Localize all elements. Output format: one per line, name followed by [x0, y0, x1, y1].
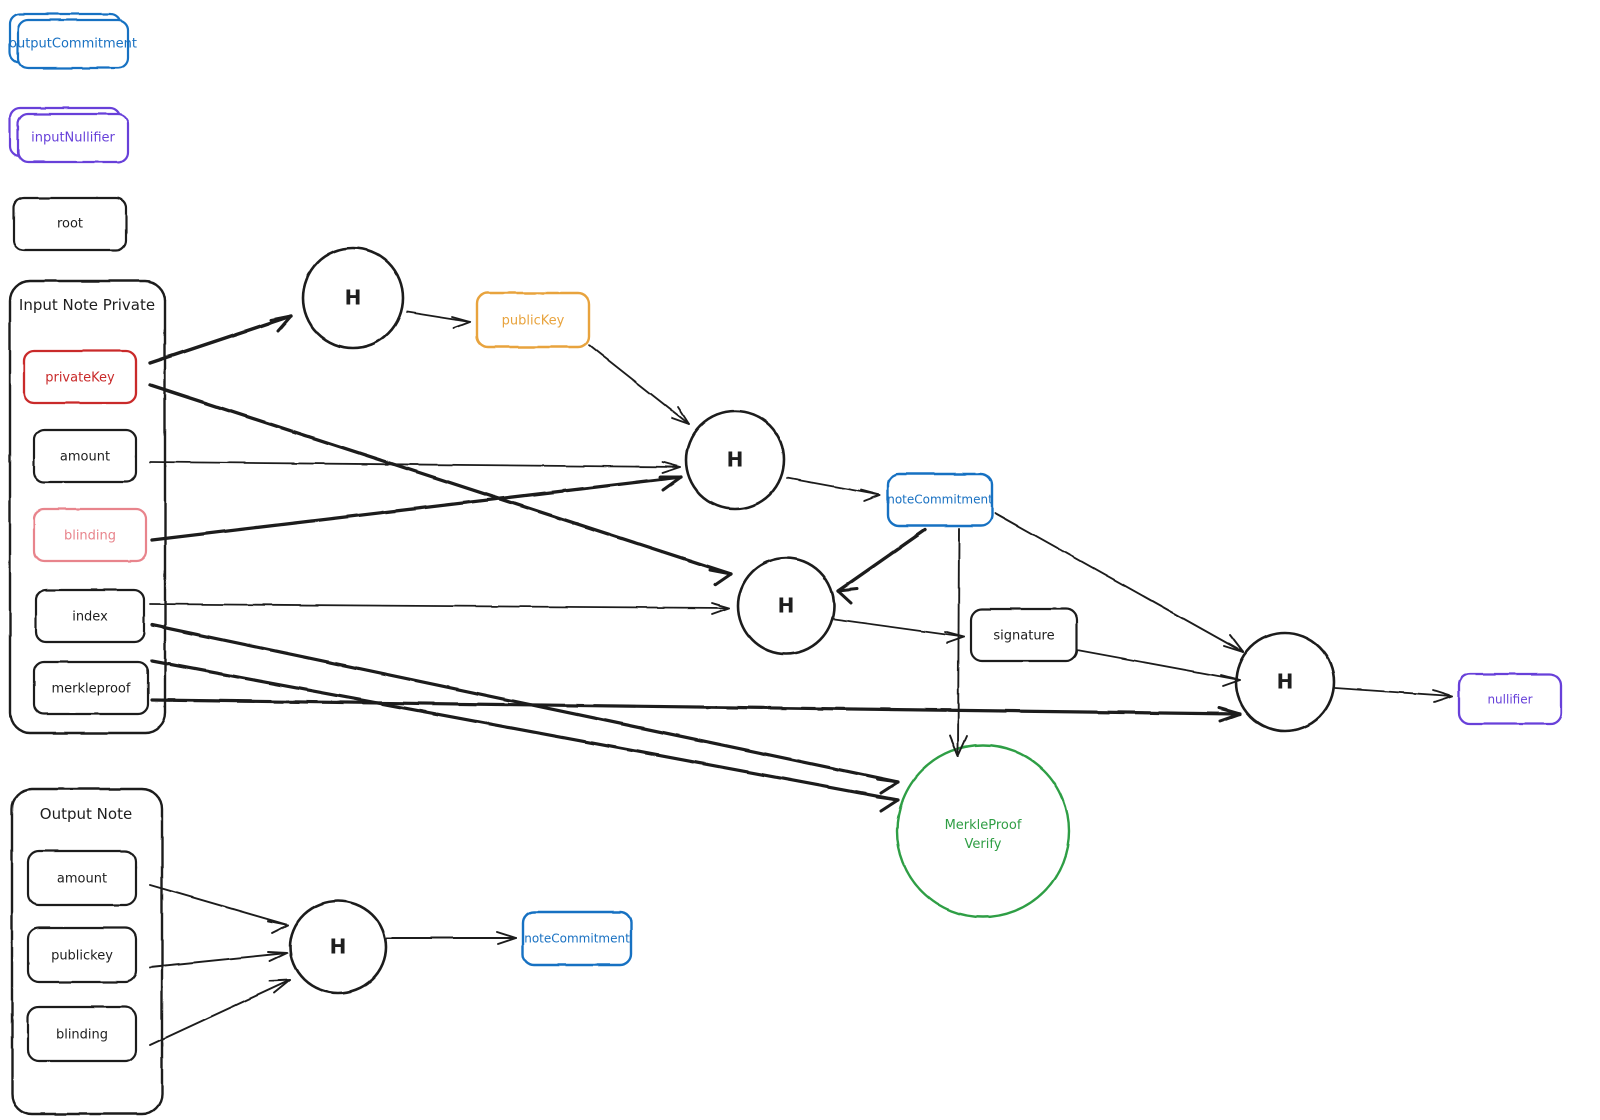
edge-h-out-to-notecommitment-output: [386, 931, 517, 945]
edge-in-index-to-h-sig: [149, 602, 730, 615]
edge-h-sig-to-signature: [833, 618, 965, 644]
in-merkleproof-label: merkleproof: [52, 682, 131, 697]
out-publickey-label: publickey: [51, 949, 113, 964]
edge-h-pubkey-to-publickey: [406, 311, 471, 329]
in-blinding-label: blinding: [64, 529, 116, 544]
notecommitment-output-label: noteCommitment: [524, 932, 630, 946]
edge-out-publickey-to-h-out: [149, 951, 288, 968]
edge-h-null-to-nullifier: [1334, 687, 1453, 703]
edge-notecommitment-to-merkleproof-verify: [949, 528, 968, 757]
edge-signature-to-h-null: [1076, 649, 1241, 687]
edge-privatekey-to-h-sig: [148, 383, 733, 587]
inputnullifier-label: inputNullifier: [31, 131, 115, 146]
publickey-label: publicKey: [502, 314, 565, 329]
root-label: root: [57, 217, 83, 232]
edge-in-merkleproof-to-merkleproof-verify: [150, 659, 900, 813]
edge-in-merkleproof-to-h-null: [150, 698, 1242, 723]
in-privatekey-label: privateKey: [45, 371, 115, 386]
in-amount-label: amount: [60, 450, 110, 465]
merkleproof-verify-line2: Verify: [965, 837, 1002, 852]
h-pubkey-label: H: [345, 286, 362, 310]
h-sig-label: H: [778, 594, 795, 618]
notecommitment-input-label: noteCommitment: [887, 493, 993, 507]
group-title-input-note-private: Input Note Private: [19, 296, 155, 314]
outputcommitment-label: outputCommitment: [9, 37, 137, 52]
in-index-label: index: [72, 610, 108, 625]
signature-label: signature: [993, 629, 1054, 644]
group-title-output-note: Output Note: [40, 805, 132, 823]
h-null-label: H: [1277, 670, 1294, 694]
out-blinding-label: blinding: [56, 1028, 108, 1043]
edge-privatekey-to-h-pubkey: [148, 314, 293, 365]
edge-h-note-to-notecommitment: [786, 477, 881, 502]
nullifier-label: nullifier: [1487, 693, 1532, 707]
edge-publickey-to-h-note: [588, 344, 690, 425]
diagram-canvas: outputCommitment inputNullifier root Inp…: [8, 12, 1563, 1116]
out-amount-label: amount: [57, 872, 107, 887]
edge-notecommitment-to-h-sig: [836, 528, 927, 605]
merkleproof-verify-line1: MerkleProof: [945, 818, 1022, 833]
h-note-label: H: [727, 448, 744, 472]
h-out-label: H: [330, 935, 347, 959]
edge-out-blinding-to-h-out: [149, 979, 291, 1046]
edge-out-amount-to-h-out: [149, 884, 289, 934]
